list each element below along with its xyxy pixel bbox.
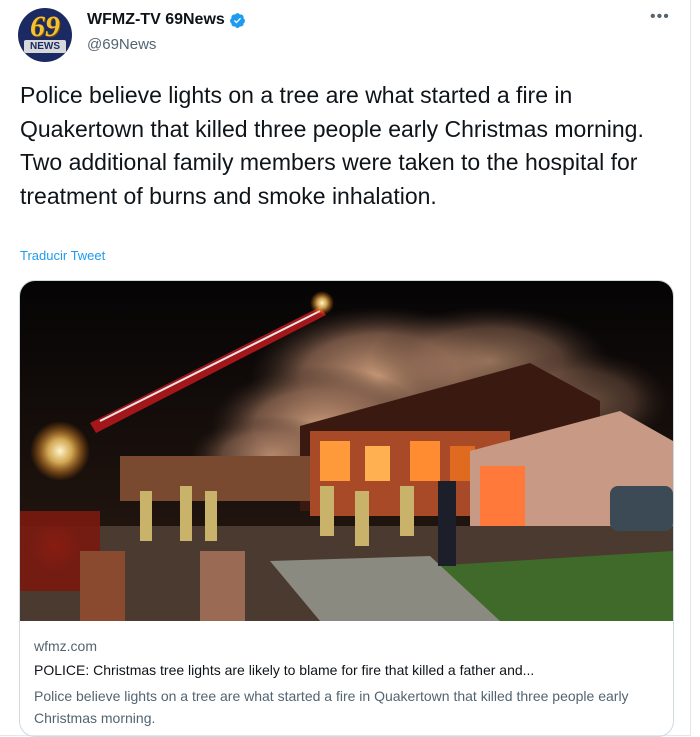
author-handle[interactable]: @69News [87,36,156,53]
link-card[interactable]: wfmz.com POLICE: Christmas tree lights a… [19,280,674,737]
card-domain: wfmz.com [34,638,97,654]
display-name[interactable]: WFMZ-TV 69News [87,11,225,29]
translate-tweet-link[interactable]: Traducir Tweet [20,248,105,263]
avatar-logo-number: 69 [30,10,60,43]
tweet-container: 69 NEWS WFMZ-TV 69News @69News ••• Polic… [0,0,691,737]
more-options-icon[interactable]: ••• [650,8,670,26]
verified-badge-icon [229,12,245,28]
card-title[interactable]: POLICE: Christmas tree lights are likely… [34,662,659,678]
avatar[interactable]: 69 NEWS [18,8,72,62]
card-description: Police believe lights on a tree are what… [34,688,629,726]
author-name-row[interactable]: WFMZ-TV 69News [87,11,246,29]
card-image [20,281,673,621]
tweet-text: Police believe lights on a tree are what… [20,82,644,209]
avatar-logo-label: NEWS [24,40,66,53]
